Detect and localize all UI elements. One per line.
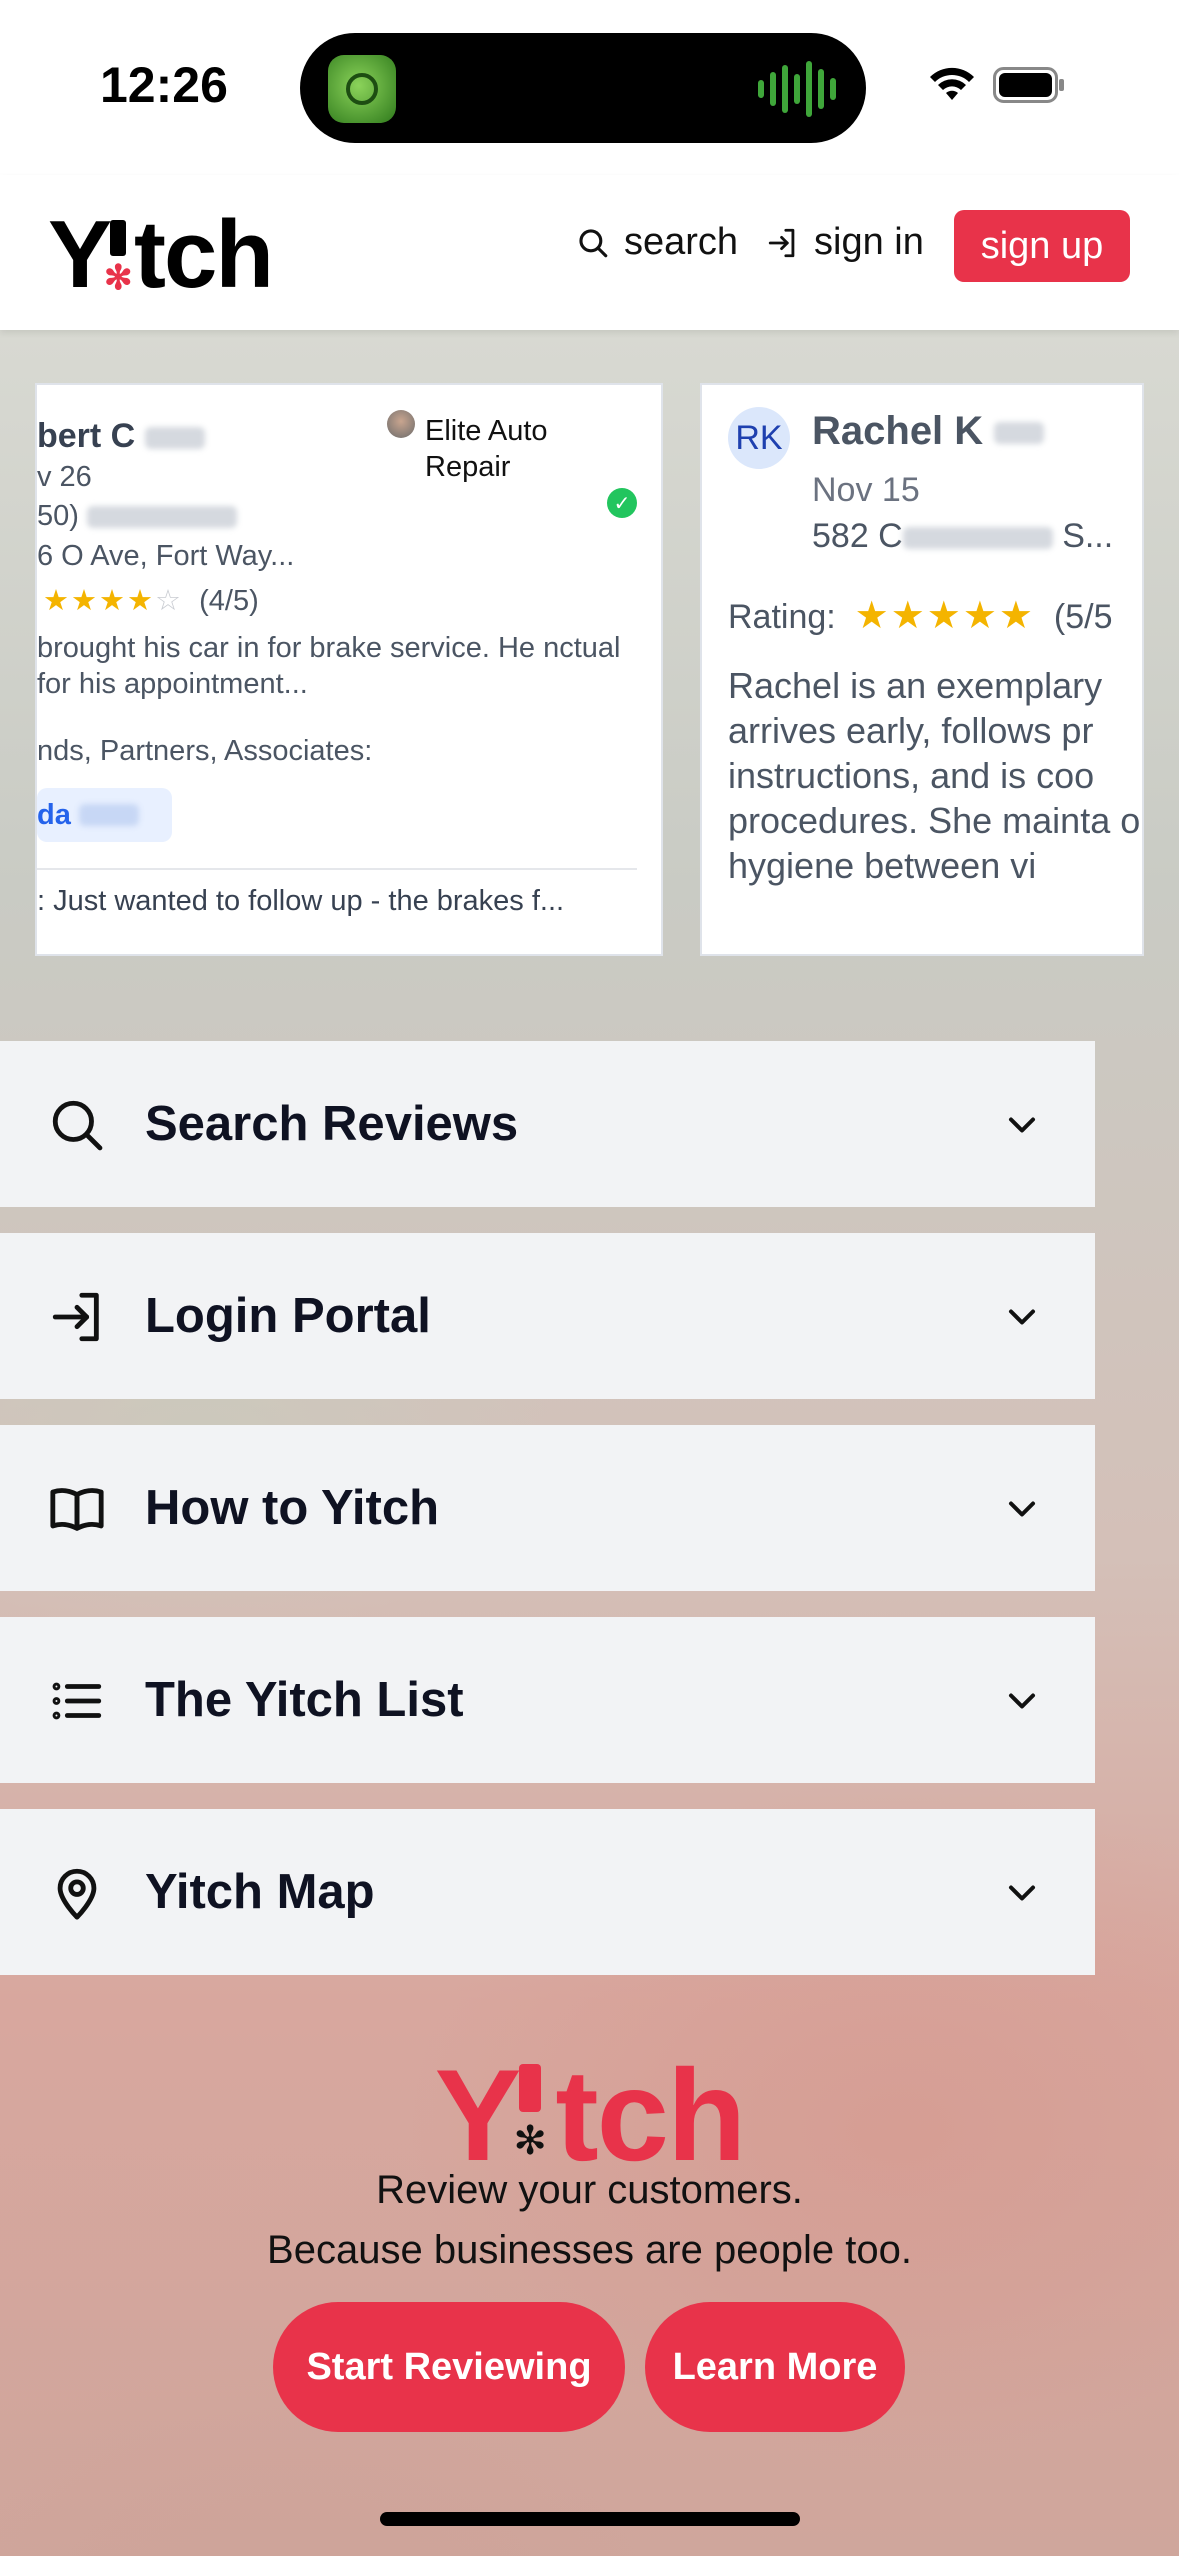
accordion-label: How to Yitch — [145, 1481, 439, 1535]
divider — [37, 868, 637, 870]
review-phone: 50) — [37, 500, 237, 533]
signup-button[interactable]: sign up — [954, 210, 1130, 282]
review-card[interactable]: bert C Elite Auto Repair ✓ v 26 50) 6 O … — [35, 383, 663, 956]
review-rating: ★★★★☆ (4/5) — [43, 585, 259, 617]
site-header: Y ✻ tch search sign in sign up — [0, 175, 1179, 330]
nav-search-label: search — [624, 221, 739, 263]
review-date: v 26 — [37, 461, 92, 493]
associate-chip[interactable]: da — [37, 788, 172, 842]
signin-icon — [768, 228, 795, 257]
review-followup: : Just wanted to follow up - the brakes … — [37, 885, 565, 917]
accordion-label: Yitch Map — [145, 1865, 375, 1919]
avatar: RK — [728, 407, 790, 469]
accordion-label: Search Reviews — [145, 1097, 519, 1151]
battery-icon — [993, 67, 1064, 103]
review-rating: Rating: ★★★★★ (5/5 — [728, 595, 1113, 637]
review-address: 6 O Ave, Fort Way... — [37, 540, 295, 572]
chevron-down-icon — [1008, 1885, 1036, 1901]
review-name: Rachel K — [812, 409, 1045, 454]
hero-tagline: Review your customers. — [376, 2168, 803, 2212]
map-pin-icon — [57, 1868, 97, 1920]
accordion-search-reviews[interactable]: Search Reviews — [0, 1041, 1095, 1207]
chevron-down-icon — [1008, 1309, 1036, 1325]
accordion-yitch-map[interactable]: Yitch Map — [0, 1809, 1095, 1975]
review-text: brought his car in for brake service. He… — [37, 632, 621, 700]
review-card[interactable]: RK Rachel K Nov 15 582 C S... Rating: ★★… — [700, 383, 1144, 956]
logo-text-right: tch — [134, 201, 274, 308]
rating-stars: ★★★★☆ — [43, 585, 183, 617]
hero-subtagline: Because businesses are people too. — [267, 2228, 912, 2272]
rating-stars: ★★★★★ — [854, 595, 1035, 637]
dynamic-island — [300, 33, 866, 143]
nav-signin-label: sign in — [814, 221, 924, 263]
search-icon — [52, 1100, 103, 1151]
nav-search-link[interactable]: search — [576, 221, 738, 264]
book-icon — [50, 1488, 104, 1531]
chevron-down-icon — [1008, 1117, 1036, 1133]
login-icon — [52, 1292, 99, 1342]
yitch-logo[interactable]: Y ✻ tch — [48, 200, 274, 310]
chevron-down-icon — [1008, 1693, 1036, 1709]
logo-asterisk-icon: ✻ — [513, 2119, 546, 2163]
review-address: 582 C S... — [812, 517, 1114, 555]
audio-wave-icon — [758, 61, 836, 117]
search-icon — [579, 228, 608, 257]
status-bar: 12:26 — [0, 0, 1179, 175]
business-avatar — [387, 410, 415, 438]
start-reviewing-button[interactable]: Start Reviewing — [273, 2302, 625, 2432]
learn-more-button[interactable]: Learn More — [645, 2302, 905, 2432]
app-icon — [328, 55, 396, 123]
accordion-label: Login Portal — [145, 1289, 431, 1343]
logo-mark: ✻ — [104, 200, 134, 310]
accordion-login-portal[interactable]: Login Portal — [0, 1233, 1095, 1399]
business-name: Elite Auto Repair — [425, 415, 548, 483]
logo-text-left: Y — [48, 201, 112, 308]
associates-label: nds, Partners, Associates: — [37, 735, 373, 767]
nav-signin-link[interactable]: sign in — [766, 221, 924, 264]
review-name: bert C — [37, 417, 205, 456]
accordion-label: The Yitch List — [145, 1673, 464, 1727]
accordion-how-to-yitch[interactable]: How to Yitch — [0, 1425, 1095, 1591]
verified-check-icon: ✓ — [607, 488, 637, 518]
logo-asterisk-icon: ✻ — [104, 259, 132, 297]
review-date: Nov 15 — [812, 471, 920, 509]
review-text: Rachel is an exemplary arrives early, fo… — [728, 665, 1144, 886]
status-time: 12:26 — [100, 57, 228, 113]
wifi-icon — [930, 67, 974, 100]
home-indicator — [380, 2512, 800, 2526]
chevron-down-icon — [1008, 1501, 1036, 1517]
accordion-yitch-list[interactable]: The Yitch List — [0, 1617, 1095, 1783]
list-icon — [52, 1682, 102, 1720]
